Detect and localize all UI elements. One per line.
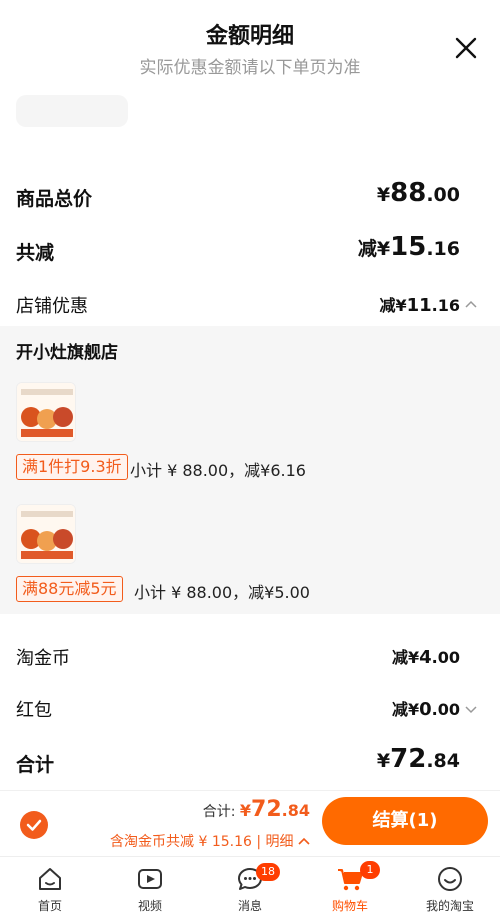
cart-badge: 1 [360,861,380,879]
sheet-header: 金额明细 实际优惠金额请以下单页为准 [0,0,500,90]
coins-row: 淘金币 减¥4.00 [0,638,500,674]
profile-icon [438,867,462,891]
item-subtotal: 小计 ¥ 88.00，减¥5.00 [134,583,310,602]
tab-profile[interactable]: 我的淘宝 [400,857,500,917]
product-thumbnail[interactable] [16,504,76,564]
message-badge: 18 [256,863,280,881]
shop-discount-detail: 开小灶旗舰店 满1件打9.3折 小计 ¥ 88.00，减¥6.16 满88元减5… [0,326,500,614]
tab-video[interactable]: 视频 [100,857,200,917]
coupon-placeholder [16,95,128,127]
store-discount-value: 减¥11.16 [379,295,460,316]
redpacket-row[interactable]: 红包 减¥0.00 [0,690,500,726]
coins-value: 减¥4.00 [391,647,460,668]
tab-messages[interactable]: 18 消息 [200,857,300,917]
item-subtotal: 小计 ¥ 88.00，减¥6.16 [130,461,306,480]
store-discount-label: 店铺优惠 [16,296,88,317]
promo-tag: 满88元减5元 [16,576,123,602]
discount-row: 共减 减¥15.16 [0,232,500,268]
checkout-button[interactable]: 结算(1) [322,797,488,845]
total-label: 合计 [16,754,55,776]
chevron-up-icon [298,837,310,845]
saving-detail-link[interactable]: 含淘金币共减 ¥ 15.16 | 明细 [110,831,310,851]
checkout-bar: 合计: ¥72.84 含淘金币共减 ¥ 15.16 | 明细 结算(1) [0,790,500,856]
total-row: 合计 ¥72.84 [0,744,500,780]
tab-home[interactable]: 首页 [0,857,100,917]
select-all-checkbox[interactable] [20,811,48,839]
promo-tag: 满1件打9.3折 [16,454,128,480]
goods-total-value: ¥88.00 [376,178,460,208]
sheet-title: 金额明细 [205,24,294,49]
discount-value: 减¥15.16 [357,232,460,262]
tab-cart[interactable]: 1 购物车 [300,857,400,917]
check-icon [26,819,42,831]
coins-label: 淘金币 [16,648,70,669]
product-thumbnail[interactable] [16,382,76,442]
shop-name: 开小灶旗舰店 [16,343,118,363]
goods-total-label: 商品总价 [16,188,93,210]
chevron-up-icon[interactable] [464,298,478,312]
redpacket-label: 红包 [16,700,52,721]
discount-label: 共减 [16,242,55,264]
total-value: ¥72.84 [376,744,460,774]
chevron-down-icon[interactable] [464,702,478,716]
bottom-tab-bar: 首页 视频 18 消息 1 购物车 我的淘宝 [0,856,500,917]
home-icon [39,868,61,890]
sheet-subtitle: 实际优惠金额请以下单页为准 [139,58,361,78]
video-icon [138,869,162,889]
store-discount-row[interactable]: 店铺优惠 减¥11.16 [0,286,500,322]
redpacket-value: 减¥0.00 [391,699,460,720]
bottom-total: 合计: ¥72.84 [202,797,310,822]
goods-total-row: 商品总价 ¥88.00 [0,178,500,214]
close-icon[interactable] [450,32,482,64]
